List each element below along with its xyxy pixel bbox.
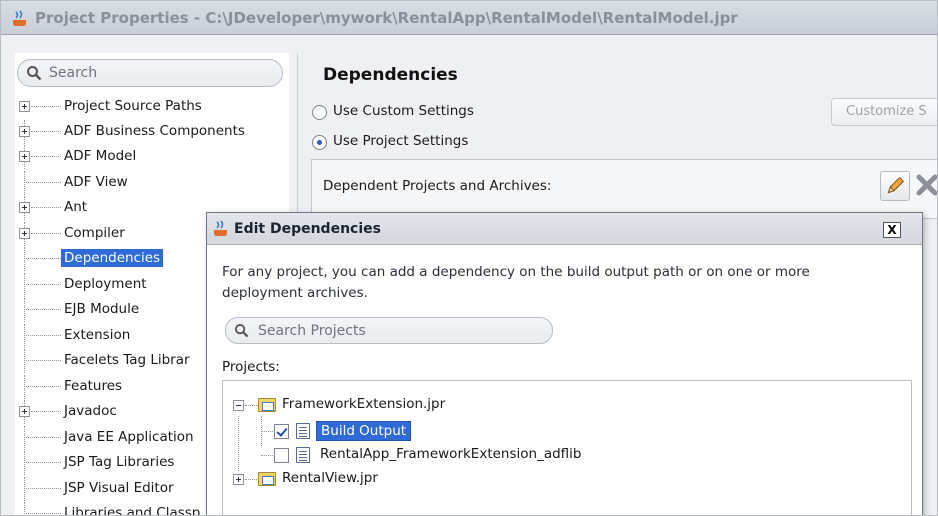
expand-icon[interactable] <box>19 126 30 137</box>
window-title: Project Properties - C:\JDeveloper\mywor… <box>35 9 738 27</box>
dialog-title: Edit Dependencies <box>234 221 381 237</box>
document-icon <box>296 423 310 439</box>
window-title-bar: Project Properties - C:\JDeveloper\mywor… <box>1 1 937 35</box>
customize-settings-button[interactable]: Customize S <box>831 98 937 126</box>
jdeveloper-cup-icon <box>214 220 227 236</box>
expand-icon[interactable] <box>19 101 30 112</box>
adflib-checkbox[interactable] <box>274 448 289 463</box>
project-properties-window: Project Properties - C:\JDeveloper\mywor… <box>0 0 938 516</box>
expand-icon[interactable] <box>19 406 30 417</box>
search-projects-input[interactable]: Search Projects <box>225 317 553 344</box>
use-custom-settings-radio[interactable] <box>312 105 327 120</box>
dependent-projects-label: Dependent Projects and Archives: <box>323 178 552 194</box>
document-icon <box>296 447 310 463</box>
collapse-icon[interactable] <box>233 400 244 411</box>
delete-x-icon <box>916 174 937 196</box>
dialog-title-bar: Edit Dependencies X <box>207 213 922 245</box>
dialog-description: For any project, you can add a dependenc… <box>222 264 810 301</box>
search-projects-placeholder: Search Projects <box>258 323 366 339</box>
search-icon <box>234 323 249 338</box>
use-project-settings-radio[interactable] <box>312 135 327 150</box>
expand-icon[interactable] <box>19 228 30 239</box>
build-output-checkbox[interactable] <box>274 424 289 439</box>
page-title: Dependencies <box>323 65 458 85</box>
search-placeholder: Search <box>49 65 98 81</box>
expand-icon[interactable] <box>19 151 30 162</box>
use-custom-settings-label: Use Custom Settings <box>333 103 474 119</box>
edit-dependencies-button[interactable] <box>880 171 910 201</box>
edit-dependencies-dialog: Edit Dependencies X For any project, you… <box>206 212 923 515</box>
use-project-settings-label: Use Project Settings <box>333 133 469 149</box>
categories-search-input[interactable]: Search <box>17 59 283 87</box>
remove-dependency-button[interactable] <box>913 171 937 201</box>
jdeveloper-cup-icon <box>13 10 26 26</box>
project-folder-icon <box>258 472 276 486</box>
dialog-close-button[interactable]: X <box>883 222 901 238</box>
expand-icon[interactable] <box>19 202 30 213</box>
projects-tree: FrameworkExtension.jpr Build Output Rent… <box>222 380 912 515</box>
expand-icon[interactable] <box>233 474 244 485</box>
projects-label: Projects: <box>222 359 280 375</box>
project-folder-icon <box>258 398 276 412</box>
pencil-icon <box>887 176 905 194</box>
search-icon <box>27 66 42 81</box>
